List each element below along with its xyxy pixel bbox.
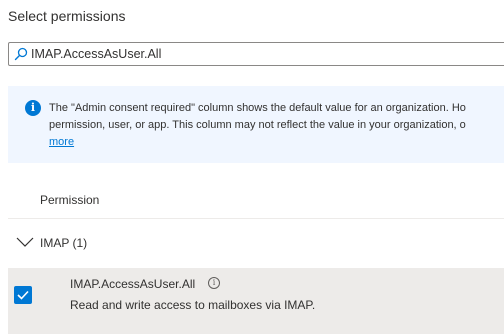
header-divider [8,218,504,219]
section-title: Select permissions [8,8,126,24]
permissions-panel: Select permissions i The "Admin consent … [0,0,504,334]
info-icon[interactable]: i [208,277,220,289]
search-input[interactable] [31,45,501,63]
search-icon [14,47,28,61]
group-label: IMAP (1) [40,236,88,250]
search-box[interactable] [8,42,504,66]
permission-group-imap[interactable]: IMAP (1) [8,228,504,258]
table-row[interactable]: IMAP.AccessAsUser.All i Read and write a… [8,268,504,334]
info-message-bar: i The "Admin consent required" column sh… [8,86,504,163]
learn-more-link[interactable]: more [49,136,74,148]
info-icon: i [25,100,41,116]
info-message-text: The "Admin consent required" column show… [49,100,504,151]
info-line-1: The "Admin consent required" column show… [49,102,466,114]
checkmark-icon [17,290,29,300]
permission-name: IMAP.AccessAsUser.All [70,277,196,291]
column-header-permission[interactable]: Permission [40,193,99,207]
chevron-down-icon[interactable] [16,237,34,247]
permission-description: Read and write access to mailboxes via I… [70,298,316,312]
info-line-2: permission, user, or app. This column ma… [49,119,466,131]
permission-checkbox[interactable] [14,286,32,304]
